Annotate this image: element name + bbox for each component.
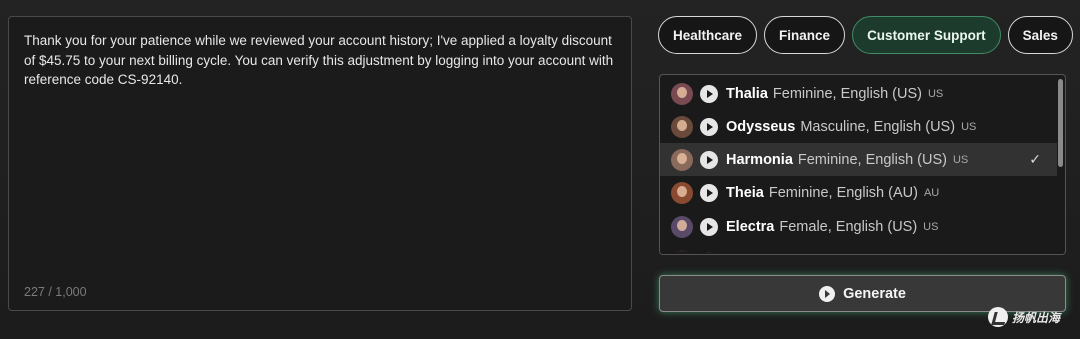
watermark-text: 扬帆出海 <box>1012 310 1061 325</box>
voice-name: Theia <box>726 184 764 201</box>
play-icon <box>819 285 836 302</box>
voice-description: Feminine, English (AU) <box>768 184 918 201</box>
avatar <box>671 82 693 105</box>
voice-list-scrollbar[interactable] <box>1058 79 1063 167</box>
checkmark-icon: ✓ <box>1029 151 1041 167</box>
prompt-text[interactable]: Thank you for your patience while we rev… <box>24 31 614 90</box>
generate-label: Generate <box>843 285 906 302</box>
list-fade-overlay <box>660 244 1065 254</box>
play-preview-icon[interactable] <box>700 84 718 103</box>
voice-list[interactable]: Thalia Feminine, English (US) US Odysseu… <box>659 74 1066 255</box>
voice-name: Electra <box>726 218 775 235</box>
voice-item-odysseus[interactable]: Odysseus Masculine, English (US) US <box>660 110 1057 143</box>
voice-description: Feminine, English (US) <box>772 85 922 102</box>
voice-item-thalia[interactable]: Thalia Feminine, English (US) US <box>660 77 1057 110</box>
play-preview-icon[interactable] <box>700 183 718 202</box>
voice-description: Feminine, English (US) <box>797 151 947 168</box>
avatar <box>671 115 693 138</box>
category-chip-sales[interactable]: Sales <box>1007 16 1073 54</box>
voice-name: Thalia <box>726 85 768 102</box>
category-chip-customer-support[interactable]: Customer Support <box>852 16 1001 54</box>
voice-locale-code: AU <box>923 186 940 199</box>
voice-description: Masculine, English (US) <box>800 118 956 135</box>
avatar <box>671 181 693 204</box>
voice-item-electra[interactable]: Electra Female, English (US) US <box>660 210 1057 243</box>
category-chip-finance[interactable]: Finance <box>764 16 846 54</box>
voice-item-theia[interactable]: Theia Feminine, English (AU) AU <box>660 176 1057 209</box>
play-preview-icon[interactable] <box>700 117 718 136</box>
character-counter: 227 / 1,000 <box>24 285 87 299</box>
category-chip-healthcare[interactable]: Healthcare <box>658 16 758 54</box>
play-preview-icon[interactable] <box>700 150 718 169</box>
voice-name: Harmonia <box>726 151 793 168</box>
avatar <box>671 148 693 171</box>
voice-locale-code: US <box>927 87 944 100</box>
voice-description: Female, English (US) <box>779 218 918 235</box>
watermark-logo-icon <box>988 307 1008 327</box>
watermark: 扬帆出海 <box>988 307 1060 327</box>
voice-item-harmonia[interactable]: Harmonia Feminine, English (US) US ✓ <box>660 143 1057 176</box>
category-chips: Healthcare Finance Customer Support Sale… <box>658 16 1080 54</box>
voice-name: Odysseus <box>726 118 796 135</box>
play-preview-icon[interactable] <box>700 217 718 236</box>
voice-locale-code: US <box>961 120 977 133</box>
avatar <box>671 215 693 238</box>
voice-locale-code: US <box>952 153 969 166</box>
voice-locale-code: US <box>923 220 939 233</box>
prompt-textarea[interactable]: Thank you for your patience while we rev… <box>8 16 632 311</box>
